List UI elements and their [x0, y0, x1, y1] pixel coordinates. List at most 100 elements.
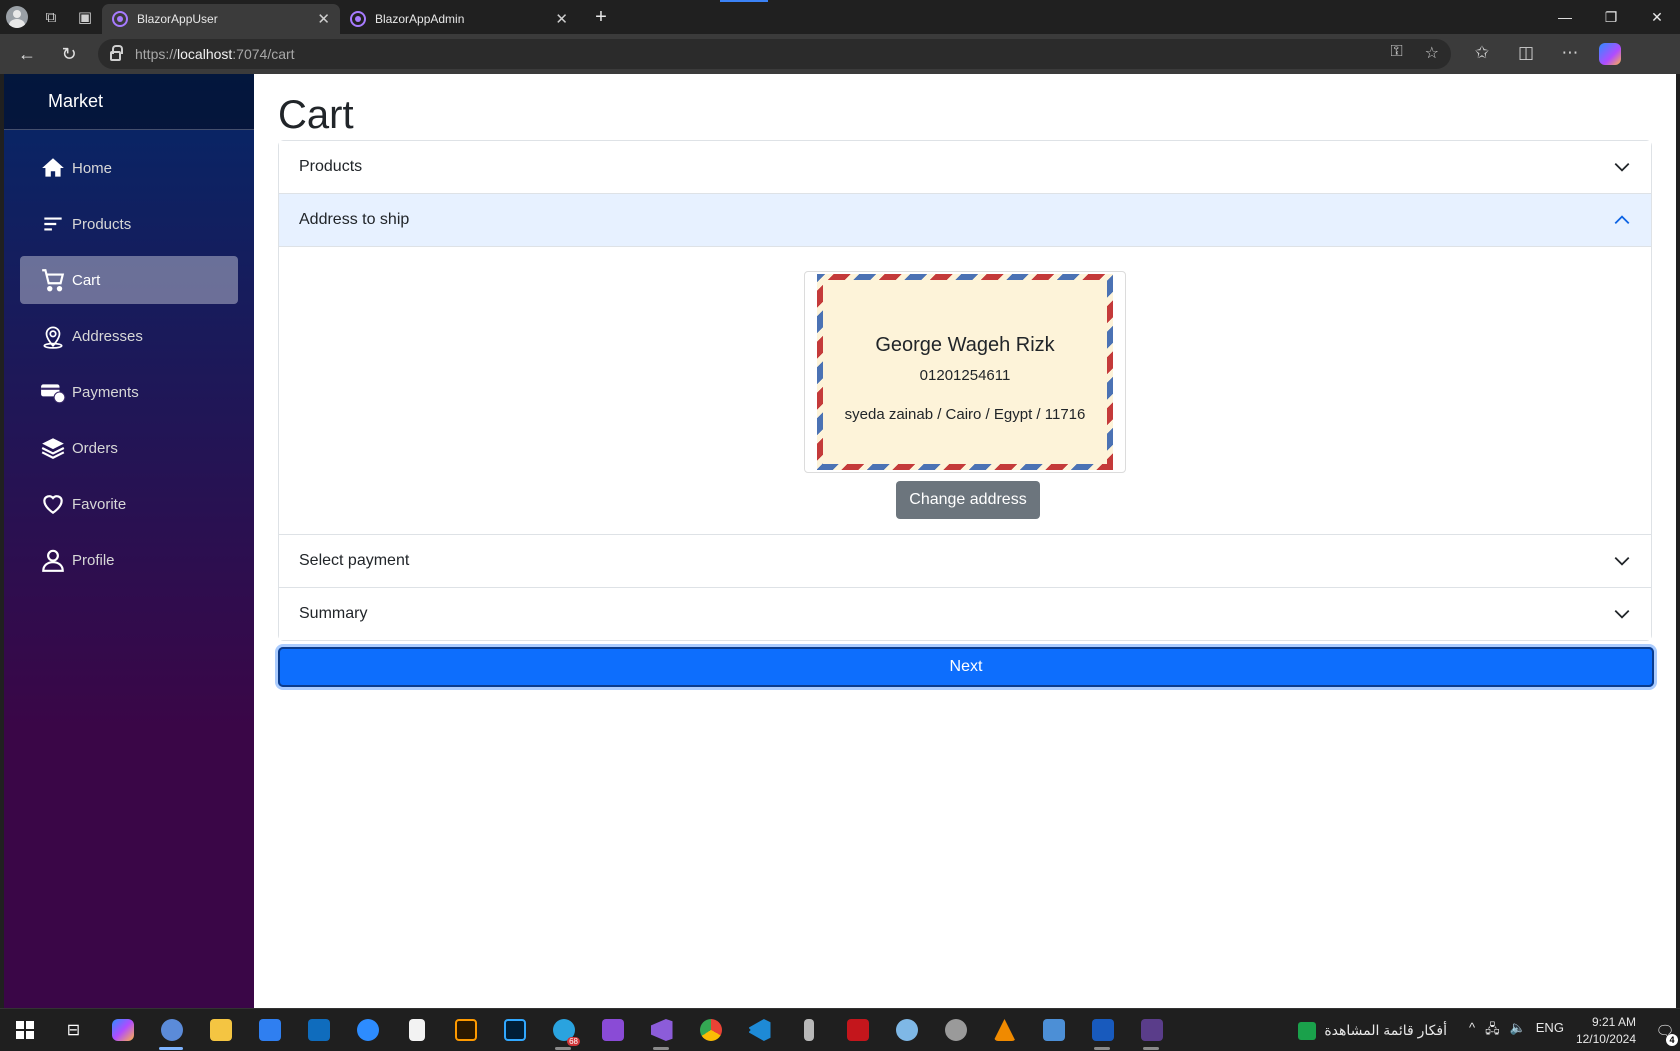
brand-name[interactable]: Market	[48, 91, 103, 112]
browser-tab-admin[interactable]: BlazorAppAdmin ✕	[340, 4, 578, 34]
workspaces-icon[interactable]: ⧉	[34, 0, 68, 34]
video-editor-icon[interactable]	[588, 1009, 637, 1051]
restore-icon[interactable]: ❐	[1588, 0, 1634, 34]
sidebar-item-cart[interactable]: Cart	[20, 256, 238, 304]
accordion-header-payment[interactable]: Select payment	[279, 535, 1651, 587]
sidebar-item-payments[interactable]: Payments	[20, 368, 238, 416]
sidebar-item-orders[interactable]: Orders	[20, 424, 238, 472]
copilot-taskbar-icon[interactable]	[98, 1009, 147, 1051]
vlc-icon[interactable]	[980, 1009, 1029, 1051]
vscode-icon[interactable]	[735, 1009, 784, 1051]
close-window-icon[interactable]: ✕	[1634, 0, 1680, 34]
edge-taskbar-icon[interactable]	[147, 1009, 196, 1051]
person-icon	[42, 549, 64, 572]
notepad-icon[interactable]	[392, 1009, 441, 1051]
lock-icon	[110, 45, 123, 61]
sidebar-item-label: Products	[72, 215, 132, 233]
change-address-button[interactable]: Change address	[896, 481, 1040, 519]
task-view-icon[interactable]: ⊟	[49, 1009, 98, 1051]
close-tab-icon[interactable]: ✕	[555, 10, 568, 28]
close-tab-icon[interactable]: ✕	[317, 10, 330, 28]
windows-taskbar: ⊟ 68 أفكار قائمة المشاهدة ^ 🖧 🔈 ENG 9:21…	[0, 1008, 1680, 1051]
notification-icon[interactable]: 🗨 4	[1650, 1022, 1680, 1046]
sidebar-item-home[interactable]: Home	[20, 144, 238, 192]
web-page: Market Home Products Cart Addresses Paym…	[4, 74, 1676, 1008]
language-indicator[interactable]: ENG	[1536, 1020, 1564, 1042]
pdf-editor-icon[interactable]	[833, 1009, 882, 1051]
accordion-header-address[interactable]: Address to ship	[279, 194, 1651, 246]
cart-icon	[42, 269, 65, 292]
word-icon[interactable]	[1078, 1009, 1127, 1051]
url-prefix: https://	[135, 46, 178, 62]
sidebar-item-addresses[interactable]: Addresses	[20, 312, 238, 360]
clock[interactable]: 9:21 AM 12/10/2024	[1576, 1014, 1636, 1048]
terminal-icon[interactable]	[1127, 1009, 1176, 1051]
address-panel: George Wageh Rizk 01201254611 syeda zain…	[279, 246, 1651, 534]
windows-logo-icon	[15, 1021, 34, 1039]
sidebar: Market Home Products Cart Addresses Paym…	[4, 74, 254, 1008]
sidebar-item-label: Orders	[72, 439, 118, 457]
accordion-label: Products	[299, 158, 363, 175]
refresh-icon[interactable]: ↻	[50, 38, 88, 70]
home-icon	[42, 158, 64, 177]
profile-button[interactable]	[0, 0, 34, 34]
disc-icon[interactable]	[931, 1009, 980, 1051]
tab-actions-icon[interactable]: ▣	[68, 0, 102, 34]
accordion-item-payment: Select payment	[279, 534, 1651, 587]
file-explorer-icon[interactable]	[196, 1009, 245, 1051]
start-windows-icon[interactable]	[0, 1009, 49, 1051]
url-field[interactable]: https://localhost:7074/cart ⚿ ☆	[98, 39, 1451, 69]
notification-count: 4	[1666, 1033, 1678, 1046]
layers-icon	[41, 438, 65, 459]
address-bar-row: ← ↻ https://localhost:7074/cart ⚿ ☆ ✩ ◫ …	[0, 34, 1680, 74]
profile-avatar-icon	[6, 6, 28, 28]
store-icon[interactable]	[245, 1009, 294, 1051]
browser-tab-user[interactable]: BlazorAppUser ✕	[102, 4, 340, 34]
favorite-star-icon[interactable]: ☆	[1425, 43, 1439, 63]
chevron-up-icon[interactable]: ^	[1469, 1020, 1475, 1042]
illustrator-icon[interactable]	[441, 1009, 490, 1051]
sidebar-item-favorite[interactable]: Favorite	[20, 480, 238, 528]
accordion-header-summary[interactable]: Summary	[279, 588, 1651, 640]
accordion-label: Address to ship	[299, 211, 410, 228]
new-tab-button[interactable]: +	[588, 6, 614, 29]
accordion-label: Select payment	[299, 552, 410, 569]
tab-title: BlazorAppUser	[137, 12, 218, 26]
tab-drag-indicator	[720, 0, 768, 2]
more-options-icon[interactable]: ⋯	[1555, 43, 1585, 65]
sidebar-item-label: Profile	[72, 551, 115, 569]
zoom-icon[interactable]	[343, 1009, 392, 1051]
paint-icon[interactable]	[882, 1009, 931, 1051]
collections-icon[interactable]: ◫	[1511, 43, 1541, 65]
location-pin-icon	[43, 326, 63, 349]
accordion-header-products[interactable]: Products	[279, 141, 1651, 193]
sidebar-item-products[interactable]: Products	[20, 200, 238, 248]
address-card[interactable]: George Wageh Rizk 01201254611 syeda zain…	[804, 271, 1126, 473]
photoshop-icon[interactable]	[490, 1009, 539, 1051]
outlook-icon[interactable]	[294, 1009, 343, 1051]
main-content: Cart Products Address to ship George Wag…	[254, 74, 1676, 1008]
visual-studio-icon[interactable]	[637, 1009, 686, 1051]
sidebar-item-profile[interactable]: Profile	[20, 536, 238, 584]
sidebar-nav: Home Products Cart Addresses Payments Or…	[4, 130, 254, 584]
sidebar-item-label: Cart	[72, 271, 101, 289]
favorites-icon[interactable]: ✩	[1467, 43, 1497, 65]
recipient-address: syeda zainab / Cairo / Egypt / 11716	[844, 406, 1086, 423]
news-widget[interactable]: أفكار قائمة المشاهدة	[1298, 1021, 1447, 1040]
telegram-icon[interactable]: 68	[539, 1009, 588, 1051]
accordion-item-products: Products	[279, 141, 1651, 193]
back-arrow-icon[interactable]: ←	[8, 38, 46, 70]
key-icon[interactable]: ⚿	[1390, 43, 1402, 63]
network-icon[interactable]: 🖧	[1485, 1020, 1500, 1042]
recipient-phone: 01201254611	[919, 367, 1011, 384]
next-button[interactable]: Next	[278, 647, 1654, 687]
url-path: :7074/cart	[232, 46, 295, 62]
chevron-down-icon	[1614, 162, 1630, 172]
chrome-icon[interactable]	[686, 1009, 735, 1051]
minimize-icon[interactable]: —	[1542, 0, 1588, 34]
volume-icon[interactable]: 🔈	[1510, 1020, 1526, 1042]
remote-desktop-icon[interactable]	[1029, 1009, 1078, 1051]
copilot-button[interactable]	[1599, 43, 1629, 65]
sidebar-item-label: Addresses	[72, 327, 143, 345]
usb-icon[interactable]	[784, 1009, 833, 1051]
